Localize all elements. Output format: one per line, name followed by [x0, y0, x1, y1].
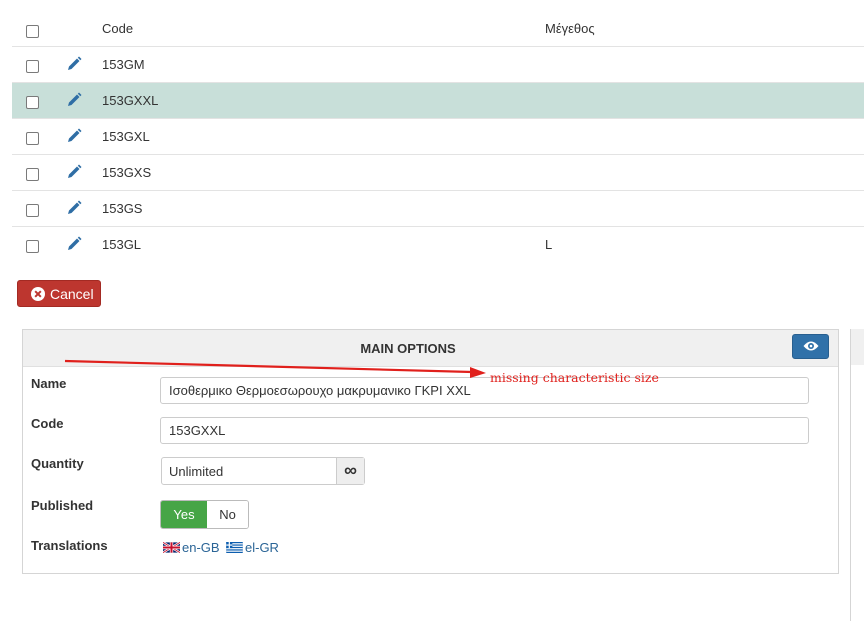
- annotation-text: missing characteristic size: [490, 370, 659, 385]
- published-toggle[interactable]: Yes No: [160, 500, 249, 529]
- table-row[interactable]: 153GL L: [12, 227, 864, 262]
- row-checkbox[interactable]: [26, 168, 39, 181]
- table-row[interactable]: 153GM: [12, 47, 864, 83]
- panel-title: MAIN OPTIONS: [360, 341, 456, 356]
- uk-flag-icon[interactable]: [163, 542, 180, 553]
- code-label: Code: [31, 416, 64, 431]
- table-header-row: Code Μέγεθος: [12, 10, 864, 47]
- infinity-icon[interactable]: ∞: [336, 458, 364, 484]
- quantity-label: Quantity: [31, 456, 84, 471]
- row-code: 153GL: [102, 237, 142, 252]
- pencil-edit-icon[interactable]: [66, 236, 82, 252]
- row-code: 153GM: [102, 57, 145, 72]
- column-header-code[interactable]: Code: [102, 21, 133, 36]
- row-size: L: [545, 237, 553, 252]
- column-header-size[interactable]: Μέγεθος: [545, 21, 595, 36]
- table-row[interactable]: 153GS: [12, 191, 864, 227]
- select-all-checkbox[interactable]: [26, 25, 39, 38]
- pencil-edit-icon[interactable]: [66, 56, 82, 72]
- row-code: 153GXL: [102, 129, 150, 144]
- cancel-icon: [31, 287, 45, 301]
- name-field[interactable]: Ισοθερμικο Θερμοεσωρουχο μακρυμανικο ΓΚΡ…: [160, 377, 809, 404]
- pencil-edit-icon[interactable]: [66, 92, 82, 108]
- panel-header: MAIN OPTIONS: [23, 330, 838, 367]
- name-label: Name: [31, 376, 67, 391]
- cancel-button[interactable]: Cancel: [17, 280, 101, 307]
- row-checkbox[interactable]: [26, 132, 39, 145]
- pencil-edit-icon[interactable]: [66, 164, 82, 180]
- row-checkbox[interactable]: [26, 204, 39, 217]
- published-label: Published: [31, 498, 94, 513]
- pencil-edit-icon[interactable]: [66, 200, 82, 216]
- main-options-panel: MAIN OPTIONS Name Ισοθερμικο Θερμοεσωρου…: [22, 329, 839, 574]
- cancel-button-label: Cancel: [50, 286, 94, 302]
- quantity-value: Unlimited: [169, 464, 224, 479]
- quantity-field[interactable]: Unlimited ∞: [161, 457, 365, 485]
- pencil-edit-icon[interactable]: [66, 128, 82, 144]
- row-checkbox[interactable]: [26, 60, 39, 73]
- published-no-option[interactable]: No: [207, 501, 248, 528]
- code-field[interactable]: 153GXXL: [160, 417, 809, 444]
- row-code: 153GXXL: [102, 93, 159, 108]
- table-row[interactable]: 153GXXL: [12, 83, 864, 119]
- translation-el-gr-link[interactable]: el-GR: [245, 540, 279, 555]
- translations-label: Translations: [31, 538, 108, 553]
- eye-icon: [803, 341, 819, 351]
- products-table: Code Μέγεθος 153GM 153GXXL 153GXL 153GXS…: [12, 10, 864, 262]
- published-yes-option[interactable]: Yes: [161, 501, 207, 528]
- translation-en-gb-link[interactable]: en-GB: [182, 540, 220, 555]
- row-code: 153GS: [102, 201, 143, 216]
- table-row[interactable]: 153GXL: [12, 119, 864, 155]
- table-row[interactable]: 153GXS: [12, 155, 864, 191]
- greece-flag-icon[interactable]: [226, 542, 243, 553]
- row-checkbox[interactable]: [26, 240, 39, 253]
- preview-button[interactable]: [792, 334, 829, 359]
- side-panel-edge: [850, 329, 864, 621]
- row-code: 153GXS: [102, 165, 152, 180]
- row-checkbox[interactable]: [26, 96, 39, 109]
